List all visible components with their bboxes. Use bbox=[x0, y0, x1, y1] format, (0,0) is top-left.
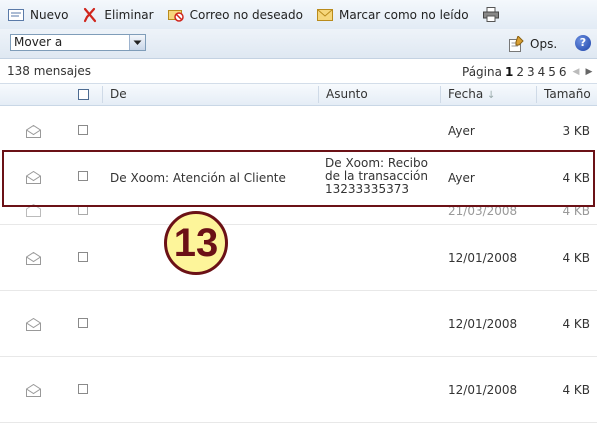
chevron-down-icon[interactable] bbox=[129, 35, 145, 50]
message-date: 12/01/2008 bbox=[448, 383, 518, 397]
table-row[interactable]: 12/01/2008 4 KB bbox=[0, 357, 597, 422]
mark-unread-button[interactable]: Marcar como no leído bbox=[309, 0, 475, 29]
delete-x-icon bbox=[84, 7, 97, 22]
row-checkbox[interactable] bbox=[78, 384, 88, 394]
message-size: 4 KB bbox=[562, 317, 590, 331]
message-size: 3 KB bbox=[562, 124, 590, 138]
junk-label: Correo no deseado bbox=[189, 7, 303, 22]
message-size: 4 KB bbox=[562, 251, 590, 265]
page-link-4[interactable]: 4 bbox=[538, 65, 546, 79]
main-toolbar: Nuevo Eliminar Correo no deseado Marcar … bbox=[0, 0, 597, 30]
options-button[interactable]: Ops. bbox=[509, 36, 557, 52]
column-subject[interactable]: Asunto bbox=[326, 84, 368, 105]
row-checkbox[interactable] bbox=[78, 125, 88, 135]
table-row[interactable]: Ayer 3 KB bbox=[0, 105, 597, 151]
page-link-5[interactable]: 5 bbox=[548, 65, 556, 79]
row-checkbox[interactable] bbox=[78, 252, 88, 262]
message-count: 138 mensajes bbox=[7, 64, 91, 78]
new-message-icon bbox=[8, 8, 24, 21]
read-envelope-icon bbox=[26, 318, 41, 331]
help-icon[interactable]: ? bbox=[575, 35, 591, 51]
read-envelope-icon bbox=[26, 252, 41, 265]
message-date: Ayer bbox=[448, 124, 475, 138]
options-icon bbox=[509, 36, 524, 52]
message-date: 12/01/2008 bbox=[448, 317, 518, 331]
page-link-2[interactable]: 2 bbox=[516, 65, 524, 79]
table-row[interactable]: 12/01/2008 4 KB bbox=[0, 291, 597, 356]
delete-button[interactable]: Eliminar bbox=[74, 0, 159, 29]
next-page-icon[interactable]: ▶ bbox=[585, 67, 592, 77]
move-to-dropdown[interactable]: Mover a bbox=[10, 34, 146, 51]
prev-page-icon[interactable]: ◀ bbox=[573, 67, 580, 77]
delete-label: Eliminar bbox=[104, 7, 154, 22]
envelope-icon bbox=[316, 8, 333, 21]
sort-arrow-icon: ↓ bbox=[487, 90, 496, 101]
mark-unread-label: Marcar como no leído bbox=[338, 7, 469, 22]
column-date-label: Fecha bbox=[448, 87, 484, 101]
page-link-3[interactable]: 3 bbox=[527, 65, 535, 79]
print-button[interactable] bbox=[475, 0, 511, 29]
options-label: Ops. bbox=[530, 37, 558, 51]
printer-icon bbox=[482, 7, 499, 22]
pager-label: Página bbox=[462, 65, 502, 79]
message-size: 4 KB bbox=[562, 383, 590, 397]
column-from[interactable]: De bbox=[110, 84, 127, 105]
move-to-value: Mover a bbox=[14, 35, 63, 49]
read-envelope-icon bbox=[26, 384, 41, 397]
column-size[interactable]: Tamaño bbox=[544, 84, 591, 105]
column-header: De Asunto Fecha ↓ Tamaño bbox=[0, 83, 597, 106]
junk-mail-icon bbox=[167, 9, 184, 22]
page-link-1[interactable]: 1 bbox=[505, 65, 513, 79]
page-link-6[interactable]: 6 bbox=[559, 65, 567, 79]
table-row[interactable]: 12/01/2008 4 KB bbox=[0, 225, 597, 290]
read-envelope-icon bbox=[26, 125, 41, 138]
select-all-checkbox[interactable] bbox=[78, 89, 89, 100]
message-date: 12/01/2008 bbox=[448, 251, 518, 265]
pager: Página 1 2 3 4 5 6 ◀ ▶ bbox=[462, 65, 595, 79]
row-checkbox[interactable] bbox=[78, 318, 88, 328]
highlight-box bbox=[2, 150, 595, 207]
junk-button[interactable]: Correo no deseado bbox=[160, 0, 309, 29]
column-date[interactable]: Fecha ↓ bbox=[448, 84, 495, 105]
new-label: Nuevo bbox=[30, 7, 69, 22]
step-number-badge: 13 bbox=[164, 211, 228, 275]
new-button[interactable]: Nuevo bbox=[0, 0, 74, 29]
